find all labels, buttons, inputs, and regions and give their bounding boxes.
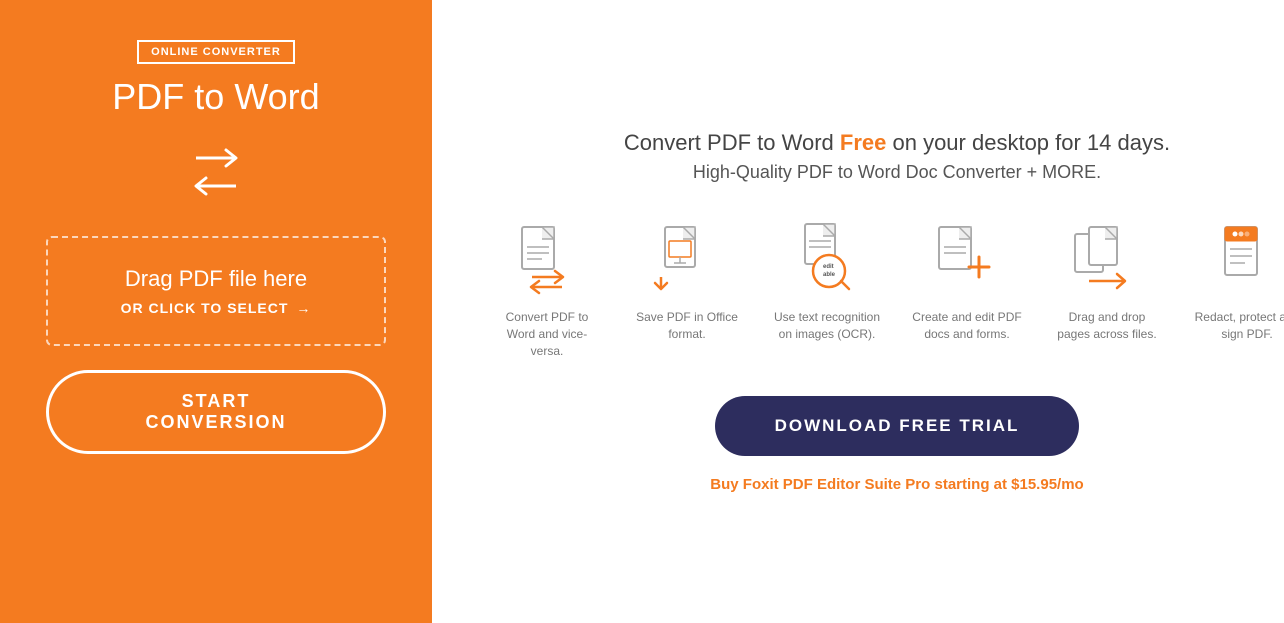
feature-convert-icon (507, 219, 587, 299)
right-panel: Convert PDF to Word Free on your desktop… (432, 0, 1284, 623)
feature-convert: Convert PDF to Word and vice-versa. (492, 219, 602, 359)
start-conversion-button[interactable]: START CONVERSION (46, 370, 386, 454)
buy-link[interactable]: Buy Foxit PDF Editor Suite Pro starting … (710, 476, 1083, 493)
subheadline: High-Quality PDF to Word Doc Converter +… (693, 162, 1101, 183)
feature-convert-label: Convert PDF to Word and vice-versa. (492, 309, 602, 359)
feature-drag-icon (1067, 219, 1147, 299)
feature-edit: Create and edit PDF docs and forms. (912, 219, 1022, 343)
feature-redact-icon (1207, 219, 1284, 299)
feature-edit-icon (927, 219, 1007, 299)
feature-redact: Redact, protect and sign PDF. (1192, 219, 1284, 343)
svg-text:edit: edit (823, 264, 834, 270)
headline-part1: Convert PDF to Word (624, 130, 840, 155)
feature-redact-label: Redact, protect and sign PDF. (1192, 309, 1284, 343)
feature-drag: Drag and drop pages across files. (1052, 219, 1162, 343)
headline-part2: on your desktop for 14 days. (886, 130, 1170, 155)
download-free-trial-button[interactable]: DOWNLOAD FREE TRIAL (715, 396, 1080, 456)
pdf-to-word-title: PDF to Word (112, 76, 319, 118)
svg-text:able: able (823, 272, 836, 278)
feature-ocr-label: Use text recognition on images (OCR). (772, 309, 882, 343)
feature-ocr-icon: edit able (787, 219, 867, 299)
online-converter-badge: ONLINE CONVERTER (137, 40, 295, 64)
drop-zone[interactable]: Drag PDF file here OR CLICK TO SELECT → (46, 236, 386, 346)
headline-free: Free (840, 130, 886, 155)
feature-drag-label: Drag and drop pages across files. (1052, 309, 1162, 343)
arrows-icon (166, 138, 266, 208)
feature-ocr: edit able Use text recognition on images… (772, 219, 882, 343)
feature-office-icon (647, 219, 727, 299)
left-panel: ONLINE CONVERTER PDF to Word Drag PDF fi… (0, 0, 432, 623)
feature-edit-label: Create and edit PDF docs and forms. (912, 309, 1022, 343)
feature-office: Save PDF in Office format. (632, 219, 742, 343)
feature-office-label: Save PDF in Office format. (632, 309, 742, 343)
headline: Convert PDF to Word Free on your desktop… (624, 130, 1170, 156)
drop-zone-text: Drag PDF file here (68, 266, 364, 292)
drop-zone-sub: OR CLICK TO SELECT → (68, 300, 364, 316)
features-row: Convert PDF to Word and vice-versa. Save… (492, 219, 1284, 359)
